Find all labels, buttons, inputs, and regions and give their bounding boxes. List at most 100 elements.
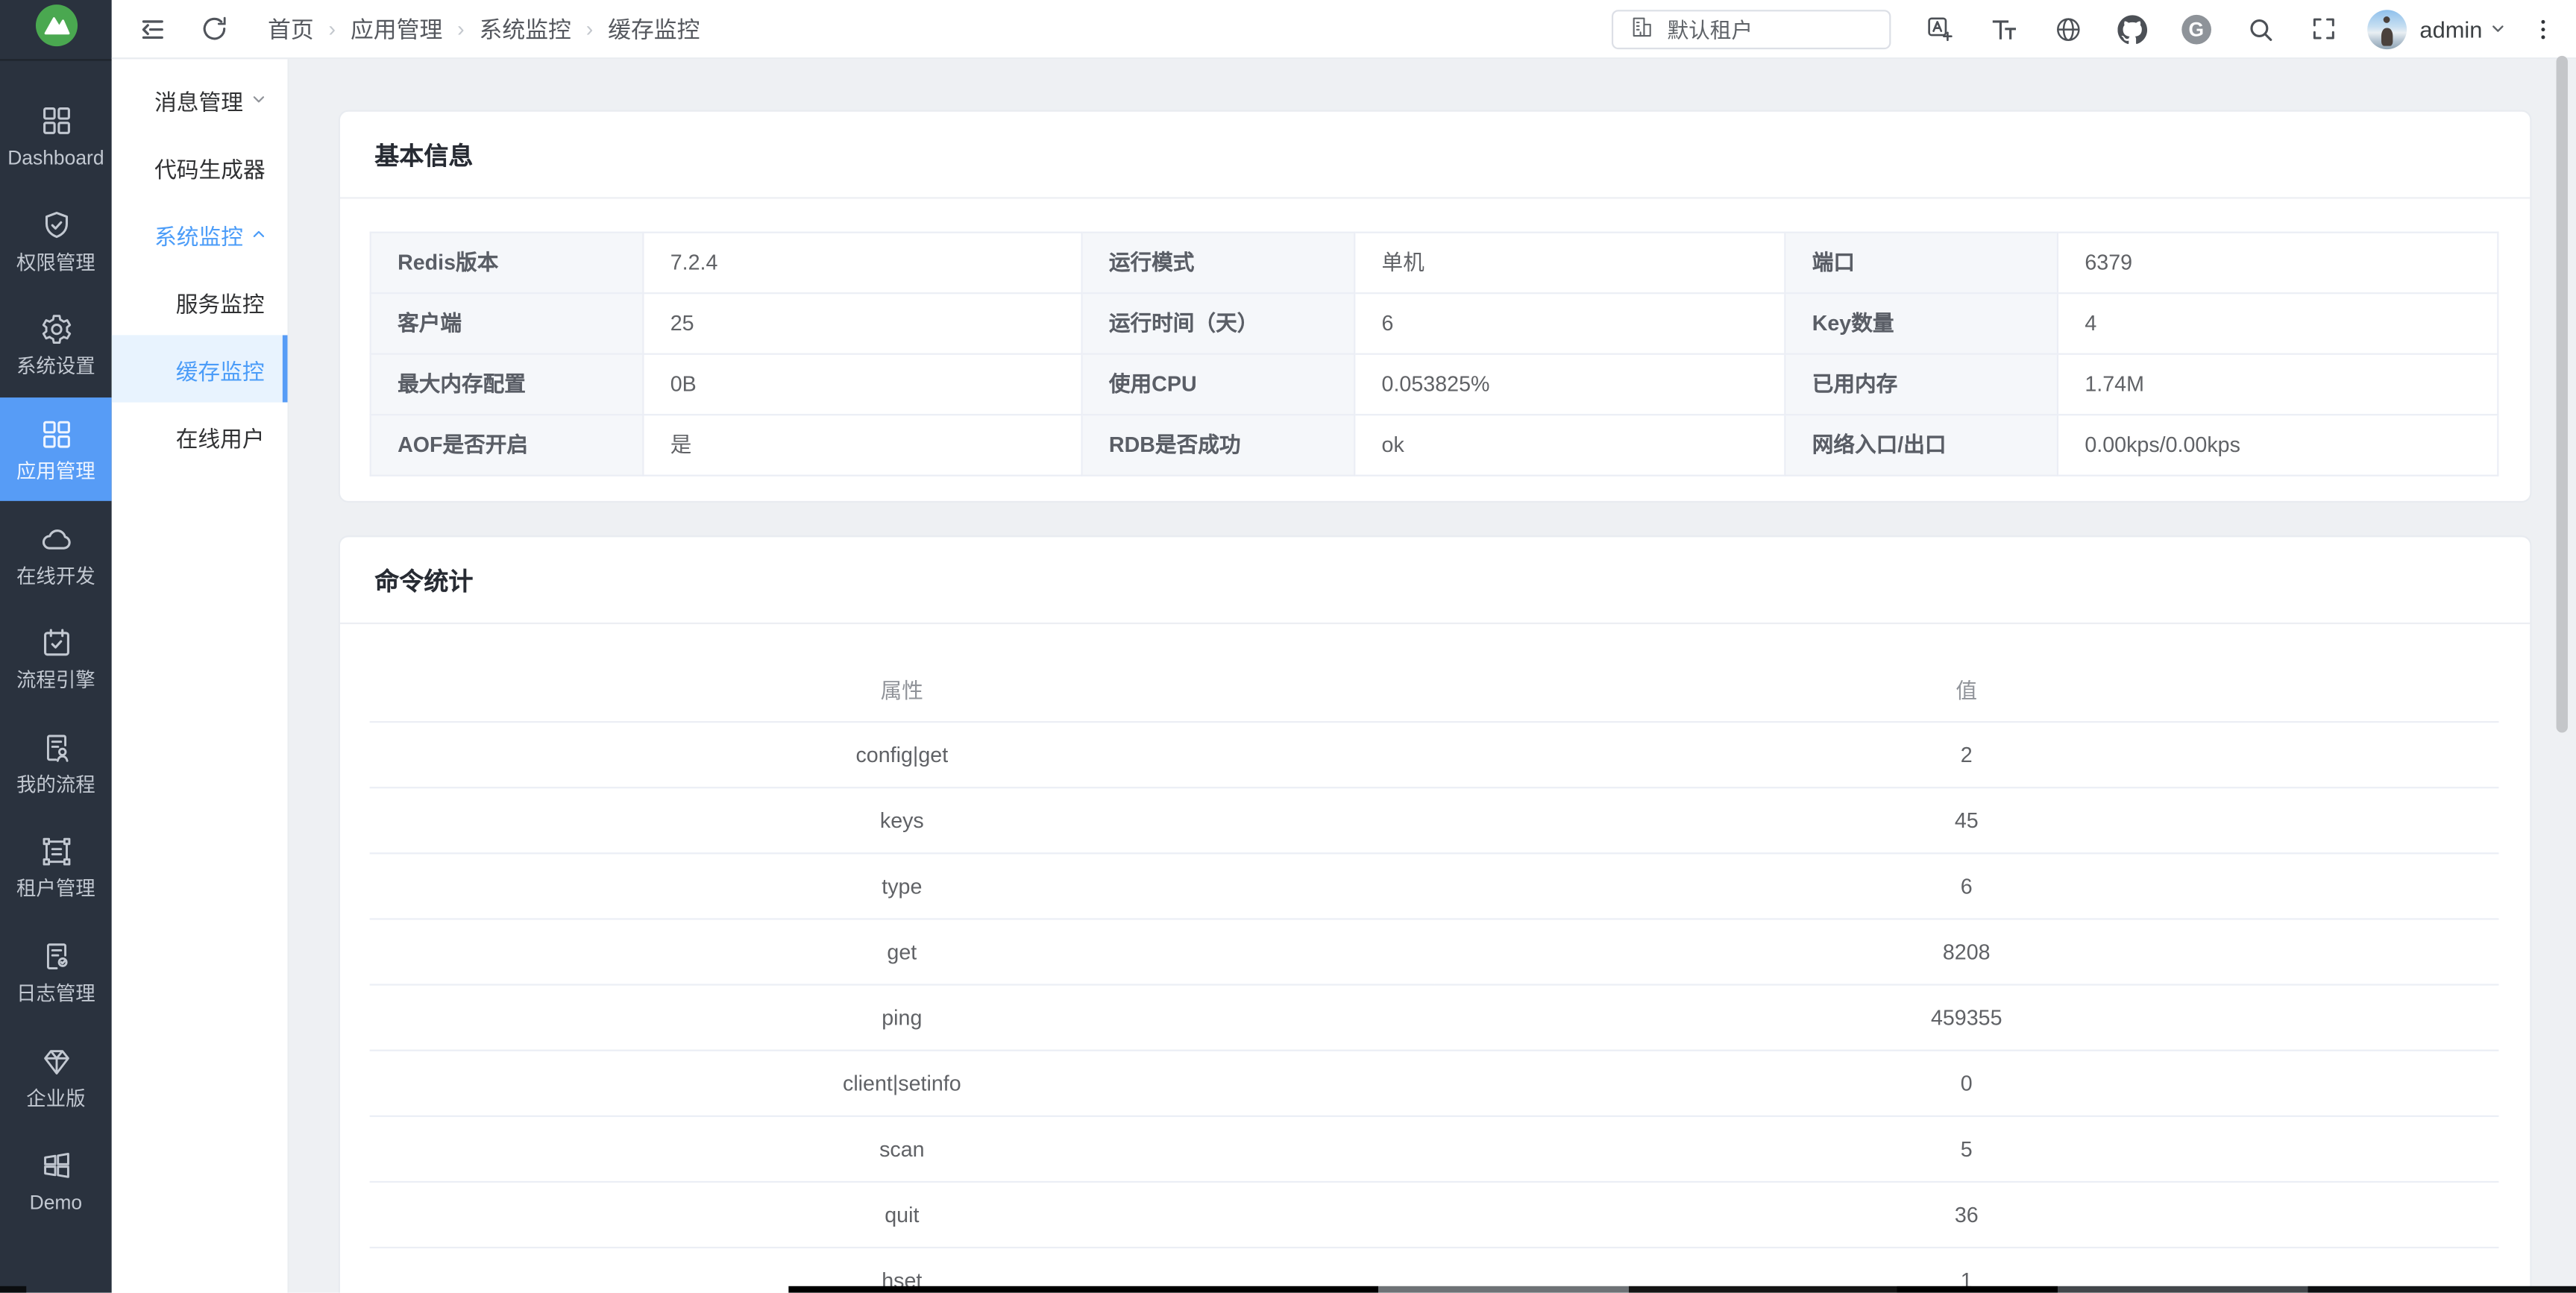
command-stats-body: 属性 值 config|get 2 keys 45 type bbox=[340, 624, 2530, 1293]
table-row: type 6 bbox=[370, 853, 2499, 919]
diamond-icon bbox=[39, 1044, 73, 1078]
sidebar-item-tenant-management[interactable]: 租户管理 bbox=[0, 815, 112, 919]
refresh-button[interactable] bbox=[201, 15, 228, 43]
desc-value: ok bbox=[1354, 415, 1785, 476]
desc-value: 1.74M bbox=[2058, 354, 2498, 415]
breadcrumb-item-cache-monitor: 缓存监控 bbox=[608, 13, 700, 45]
chevron-down-icon[interactable] bbox=[2489, 19, 2507, 37]
sidebar-item-label: 权限管理 bbox=[16, 253, 95, 272]
desc-value: 25 bbox=[643, 293, 1081, 354]
chevron-up-icon bbox=[250, 225, 268, 243]
table-row: AOF是否开启 是 RDB是否成功 ok 网络入口/出口 0.00kps/0.0… bbox=[371, 415, 2498, 476]
card-title: 基本信息 bbox=[340, 112, 2530, 199]
sidebar-item-enterprise[interactable]: 企业版 bbox=[0, 1024, 112, 1128]
frame-icon bbox=[39, 835, 73, 869]
sidebar-item-dashboard[interactable]: Dashboard bbox=[0, 84, 112, 188]
sidebar-item-label: 系统设置 bbox=[16, 357, 95, 377]
translate-button[interactable] bbox=[1925, 14, 1955, 44]
app-logo[interactable] bbox=[0, 0, 112, 61]
sidebar-item-demo[interactable]: Demo bbox=[0, 1128, 112, 1233]
fullscreen-button[interactable] bbox=[2310, 15, 2337, 43]
menu-item-online-users[interactable]: 在线用户 bbox=[112, 403, 288, 470]
document-person-icon bbox=[39, 731, 73, 765]
command-stats-table: 属性 值 config|get 2 keys 45 type bbox=[370, 657, 2499, 1292]
stat-value: 2 bbox=[1434, 722, 2498, 787]
avatar-figure bbox=[2383, 16, 2390, 23]
table-row: keys 45 bbox=[370, 787, 2499, 853]
sidebar-item-my-workflow[interactable]: 我的流程 bbox=[0, 711, 112, 815]
language-globe-button[interactable] bbox=[2053, 14, 2083, 44]
gitee-button[interactable]: G bbox=[2181, 14, 2211, 44]
tenant-select[interactable]: 默认租户 bbox=[1612, 9, 1891, 48]
menu-item-label: 缓存监控 bbox=[176, 353, 265, 386]
top-navbar: 首页 › 应用管理 › 系统监控 › 缓存监控 默认租户 bbox=[112, 0, 2576, 59]
sidebar-item-label: Dashboard bbox=[7, 148, 104, 168]
vertical-scrollbar-thumb[interactable] bbox=[2557, 56, 2568, 733]
basic-info-table: Redis版本 7.2.4 运行模式 单机 端口 6379 客户端 25 运行时… bbox=[370, 232, 2499, 476]
sidebar-item-label: 企业版 bbox=[26, 1089, 85, 1108]
table-row: client|setinfo 0 bbox=[370, 1051, 2499, 1116]
desc-value: 4 bbox=[2058, 293, 2498, 354]
sidebar-item-log-management[interactable]: 日志管理 bbox=[0, 919, 112, 1024]
breadcrumb-separator: › bbox=[457, 16, 465, 41]
desc-label: Key数量 bbox=[1785, 293, 2058, 354]
background-window-edge bbox=[0, 1286, 26, 1293]
desc-value: 6379 bbox=[2058, 233, 2498, 294]
desc-value: 7.2.4 bbox=[643, 233, 1081, 294]
menu-item-label: 服务监控 bbox=[176, 285, 265, 318]
menu-item-service-monitor[interactable]: 服务监控 bbox=[112, 268, 288, 335]
sidebar-item-label: 应用管理 bbox=[16, 462, 95, 481]
kebab-menu-button[interactable] bbox=[2530, 16, 2556, 42]
stat-value: 6 bbox=[1434, 853, 2498, 919]
menu-item-code-generator[interactable]: 代码生成器 bbox=[112, 133, 288, 200]
desc-label: Redis版本 bbox=[371, 233, 644, 294]
stat-name: type bbox=[370, 853, 1434, 919]
grid-icon bbox=[39, 104, 73, 138]
github-button[interactable] bbox=[2117, 14, 2147, 44]
search-button[interactable] bbox=[2246, 14, 2275, 44]
desc-label: 客户端 bbox=[371, 293, 644, 354]
table-row: ping 459355 bbox=[370, 985, 2499, 1051]
desc-label: 网络入口/出口 bbox=[1785, 415, 2058, 476]
table-row: 最大内存配置 0B 使用CPU 0.053825% 已用内存 1.74M bbox=[371, 354, 2498, 415]
desc-value: 0.00kps/0.00kps bbox=[2058, 415, 2498, 476]
avatar[interactable] bbox=[2367, 9, 2407, 48]
breadcrumb-separator: › bbox=[329, 16, 336, 41]
stat-name: config|get bbox=[370, 722, 1434, 787]
primary-sidebar: Dashboard 权限管理 系统设置 bbox=[0, 0, 112, 1293]
sidebar-item-label: Demo bbox=[30, 1193, 83, 1212]
sidebar-item-online-dev[interactable]: 在线开发 bbox=[0, 502, 112, 606]
desc-label: 端口 bbox=[1785, 233, 2058, 294]
stat-value: 8208 bbox=[1434, 919, 2498, 984]
desc-label: AOF是否开启 bbox=[371, 415, 644, 476]
basic-info-card: 基本信息 Redis版本 7.2.4 运行模式 单机 端口 bbox=[339, 110, 2532, 503]
document-check-icon bbox=[39, 940, 73, 974]
desc-label: RDB是否成功 bbox=[1082, 415, 1355, 476]
sidebar-item-app-management[interactable]: 应用管理 bbox=[0, 397, 112, 502]
sidebar-item-label: 租户管理 bbox=[16, 879, 95, 899]
collapse-sidebar-button[interactable] bbox=[138, 14, 168, 44]
breadcrumb-item-app-management[interactable]: 应用管理 bbox=[351, 13, 442, 45]
stat-value: 5 bbox=[1434, 1116, 2498, 1182]
table-row: Redis版本 7.2.4 运行模式 单机 端口 6379 bbox=[371, 233, 2498, 294]
font-size-button[interactable] bbox=[1989, 14, 2019, 44]
building-icon bbox=[1630, 14, 1654, 44]
menu-item-cache-monitor[interactable]: 缓存监控 bbox=[112, 335, 288, 402]
sidebar-item-permissions[interactable]: 权限管理 bbox=[0, 188, 112, 292]
command-stats-card: 命令统计 属性 值 config|get 2 keys bbox=[339, 535, 2532, 1292]
column-header-value: 值 bbox=[1434, 657, 2498, 722]
menu-item-message-management[interactable]: 消息管理 bbox=[112, 66, 288, 133]
desc-value: 6 bbox=[1354, 293, 1785, 354]
column-header-attribute: 属性 bbox=[370, 657, 1434, 722]
breadcrumb-item-home[interactable]: 首页 bbox=[268, 13, 314, 45]
user-name[interactable]: admin bbox=[2419, 16, 2482, 42]
menu-item-label: 在线用户 bbox=[176, 420, 265, 453]
stat-name: scan bbox=[370, 1116, 1434, 1182]
table-row: 客户端 25 运行时间（天） 6 Key数量 4 bbox=[371, 293, 2498, 354]
sidebar-item-system-settings[interactable]: 系统设置 bbox=[0, 293, 112, 397]
stat-value: 459355 bbox=[1434, 985, 2498, 1051]
desc-label: 已用内存 bbox=[1785, 354, 2058, 415]
sidebar-item-workflow-engine[interactable]: 流程引擎 bbox=[0, 606, 112, 711]
breadcrumb-item-system-monitor[interactable]: 系统监控 bbox=[480, 13, 571, 45]
menu-item-system-monitor[interactable]: 系统监控 bbox=[112, 201, 288, 268]
